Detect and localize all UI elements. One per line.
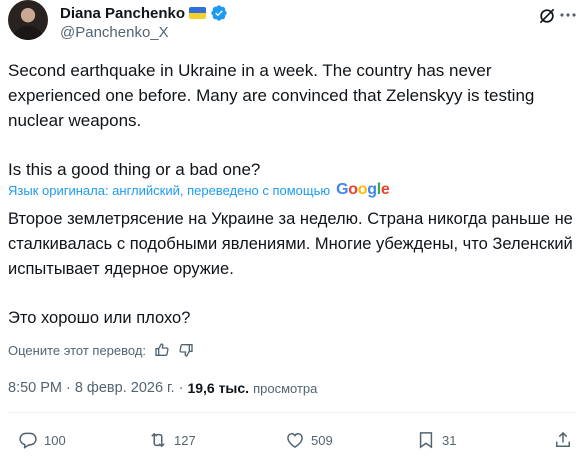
rate-translation: Оцените этот перевод: [8, 340, 194, 360]
meta-separator: · [66, 380, 71, 396]
divider [8, 412, 577, 413]
bookmark-icon [419, 432, 433, 449]
tweet-text-en-paragraph-2: Is this a good thing or a bad one? [8, 160, 261, 179]
repost-button[interactable]: 127 [148, 426, 196, 454]
tweet-actions: 100 127 509 31 [8, 426, 573, 454]
tweet-text-ru-paragraph-1: Второе землетрясение на Украине за недел… [8, 210, 573, 278]
tweet-date[interactable]: 8 февр. 2026 г. [75, 380, 175, 396]
thumbs-down-icon[interactable] [178, 342, 194, 358]
meta-separator: · [178, 380, 184, 396]
repost-icon [151, 432, 165, 448]
author-name-row: Diana Panchenko [60, 3, 228, 23]
share-button[interactable] [553, 426, 573, 454]
reply-button[interactable]: 100 [18, 426, 66, 454]
repost-count: 127 [174, 432, 196, 448]
verified-badge-icon[interactable] [210, 4, 228, 22]
tweet-text-original: Second earthquake in Ukraine in a week. … [8, 58, 568, 182]
bookmark-button[interactable]: 31 [416, 426, 456, 454]
translation-attribution: Язык оригинала: английский, переведено с… [8, 180, 390, 200]
rate-translation-label: Оцените этот перевод: [8, 342, 147, 358]
tweet-text-en-paragraph-1: Second earthquake in Ukraine in a week. … [8, 61, 535, 130]
reply-count: 100 [44, 432, 66, 448]
tweet-time[interactable]: 8:50 PM [8, 380, 62, 396]
bookmark-count: 31 [442, 432, 457, 448]
more-icon[interactable] [559, 12, 577, 18]
like-button[interactable]: 509 [285, 426, 333, 454]
thumbs-up-icon[interactable] [154, 342, 170, 358]
tweet-meta: 8:50 PM · 8 февр. 2026 г. · 19,6 тыс. пр… [8, 378, 317, 398]
grok-icon[interactable] [537, 6, 557, 26]
tweet-text-ru-paragraph-2: Это хорошо или плохо? [8, 309, 191, 327]
tweet-text-translated: Второе землетрясение на Украине за недел… [8, 207, 573, 331]
like-count: 509 [311, 432, 333, 448]
author-name[interactable]: Diana Panchenko [60, 5, 185, 22]
like-icon [287, 432, 303, 448]
google-logo: Google [336, 181, 390, 198]
translation-label[interactable]: Язык оригинала: английский, переведено с… [8, 183, 330, 198]
ukraine-flag-icon [189, 7, 207, 19]
views-count: 19,6 тыс. [187, 380, 250, 396]
tweet-header: Diana Panchenko @Panchenko_X [8, 0, 577, 48]
views-label: просмотра [253, 380, 318, 396]
share-icon [556, 431, 570, 447]
reply-icon [19, 432, 37, 449]
author-handle[interactable]: @Panchenko_X [60, 24, 169, 41]
avatar[interactable] [8, 0, 48, 40]
